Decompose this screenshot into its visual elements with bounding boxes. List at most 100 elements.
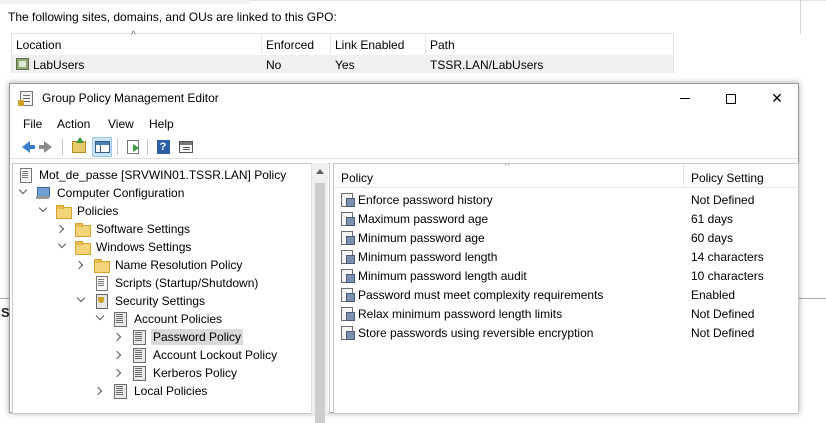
list-item[interactable]: Enforce password history Not Defined xyxy=(334,190,798,209)
tree-item-account-policies[interactable]: Account Policies xyxy=(94,310,224,328)
list-header: ^ Policy Policy Setting xyxy=(334,164,798,188)
policy-setting: 10 characters xyxy=(691,269,764,283)
minimize-button[interactable] xyxy=(662,84,708,113)
links-table: ^ Location Enforced Link Enabled Path La… xyxy=(11,30,674,73)
policy-folder-icon xyxy=(131,329,147,345)
window-title: Group Policy Management Editor xyxy=(42,91,219,105)
tree-item-label: Account Lockout Policy xyxy=(153,348,278,362)
chevron-right-icon[interactable] xyxy=(74,260,84,270)
tree-item-account-lockout-policy[interactable]: Account Lockout Policy xyxy=(112,346,279,364)
tree-item-label: Account Policies xyxy=(134,312,223,326)
back-icon xyxy=(22,141,35,153)
tree-item-policies[interactable]: Policies xyxy=(37,202,120,220)
help-button[interactable]: ? xyxy=(153,137,173,157)
tree-item-computer-configuration[interactable]: Computer Configuration xyxy=(17,184,186,202)
scroll-thumb[interactable] xyxy=(315,183,325,423)
policy-list[interactable]: ^ Policy Policy Setting Enforce password… xyxy=(333,163,799,414)
forward-button[interactable] xyxy=(38,137,58,157)
chevron-down-icon[interactable] xyxy=(76,293,86,303)
cell-location: LabUsers xyxy=(33,58,85,72)
tree-item-password-policy[interactable]: Password Policy xyxy=(112,328,244,346)
list-item[interactable]: Relax minimum password length limits Not… xyxy=(334,304,798,323)
policy-doc-icon xyxy=(17,167,33,183)
console-tree[interactable]: Mot_de_passe [SRVWIN01.TSSR.LAN] Policy … xyxy=(12,163,330,414)
tree-item-label: Scripts (Startup/Shutdown) xyxy=(115,276,259,290)
links-caption: The following sites, domains, and OUs ar… xyxy=(8,10,337,24)
editor-window[interactable]: Group Policy Management Editor ✕ File Ac… xyxy=(9,83,799,423)
menu-view[interactable]: View xyxy=(108,117,134,131)
policy-setting: Enabled xyxy=(691,288,736,302)
tree-item-name-resolution-policy[interactable]: Name Resolution Policy xyxy=(74,256,244,274)
policy-setting-icon xyxy=(340,268,355,283)
tree-item-label: Windows Settings xyxy=(96,240,192,254)
export-list-icon xyxy=(127,140,139,154)
chevron-right-icon[interactable] xyxy=(93,386,103,396)
tab-divider xyxy=(0,298,9,299)
show-hide-tree-icon xyxy=(94,141,110,153)
tree-item-label: Software Settings xyxy=(96,222,191,236)
policy-folder-icon xyxy=(112,311,128,327)
list-item[interactable]: Minimum password length 14 characters xyxy=(334,247,798,266)
tree-item-kerberos-policy[interactable]: Kerberos Policy xyxy=(112,364,239,382)
menu-action[interactable]: Action xyxy=(57,117,90,131)
menu-help[interactable]: Help xyxy=(149,117,174,131)
policy-name: Relax minimum password length limits xyxy=(358,307,563,321)
policy-folder-icon xyxy=(131,365,147,381)
column-enforced[interactable]: Enforced xyxy=(266,38,314,52)
list-item[interactable]: Minimum password length audit 10 charact… xyxy=(334,266,798,285)
column-location[interactable]: Location xyxy=(16,38,61,52)
tree-item-scripts[interactable]: Scripts (Startup/Shutdown) xyxy=(75,274,260,292)
policy-setting: 61 days xyxy=(691,212,734,226)
column-link-enabled[interactable]: Link Enabled xyxy=(335,38,404,52)
toolbar: ? xyxy=(10,135,798,159)
chevron-right-icon[interactable] xyxy=(55,224,65,234)
list-item[interactable]: Store passwords using reversible encrypt… xyxy=(334,323,798,342)
top-strip xyxy=(0,0,250,4)
chevron-right-icon[interactable] xyxy=(112,350,122,360)
export-list-button[interactable] xyxy=(123,137,143,157)
chevron-down-icon[interactable] xyxy=(95,311,105,321)
list-item[interactable]: Minimum password age 60 days xyxy=(334,228,798,247)
toolbar-separator xyxy=(62,139,63,155)
list-item[interactable]: Password must meet complexity requiremen… xyxy=(334,285,798,304)
list-item[interactable]: Maximum password age 61 days xyxy=(334,209,798,228)
properties-button[interactable] xyxy=(176,137,196,157)
column-policy[interactable]: Policy xyxy=(341,171,373,185)
chevron-down-icon[interactable] xyxy=(38,203,48,213)
tree-item-software-settings[interactable]: Software Settings xyxy=(55,220,192,238)
policy-setting: Not Defined xyxy=(691,307,755,321)
scroll-up-arrow-icon[interactable] xyxy=(316,169,324,174)
policy-setting: Not Defined xyxy=(691,193,755,207)
policy-setting-icon xyxy=(340,306,355,321)
title-bar[interactable]: Group Policy Management Editor ✕ xyxy=(10,84,798,113)
menu-file[interactable]: File xyxy=(23,117,42,131)
column-divider xyxy=(425,34,426,54)
help-icon: ? xyxy=(156,140,170,154)
tree-item-gpo-root[interactable]: Mot_de_passe [SRVWIN01.TSSR.LAN] Policy xyxy=(17,166,288,184)
up-one-level-button[interactable] xyxy=(69,137,89,157)
tree-scrollbar[interactable] xyxy=(311,163,328,423)
security-icon xyxy=(93,293,109,309)
script-doc-icon xyxy=(93,275,109,291)
column-policy-setting[interactable]: Policy Setting xyxy=(691,171,764,185)
tree-item-security-settings[interactable]: Security Settings xyxy=(75,292,207,310)
maximize-button[interactable] xyxy=(708,84,754,113)
folder-icon xyxy=(55,203,72,219)
chevron-down-icon[interactable] xyxy=(57,239,67,249)
chevron-right-icon[interactable] xyxy=(112,368,122,378)
tree-item-label: Mot_de_passe [SRVWIN01.TSSR.LAN] Policy xyxy=(39,168,287,182)
chevron-right-icon[interactable] xyxy=(112,332,122,342)
tree-item-windows-settings[interactable]: Windows Settings xyxy=(56,238,193,256)
gpo-editor-icon xyxy=(18,91,33,106)
close-button[interactable]: ✕ xyxy=(754,84,800,113)
tab-divider xyxy=(799,298,826,299)
policy-name: Minimum password length audit xyxy=(358,269,527,283)
show-hide-tree-button[interactable] xyxy=(92,137,112,157)
policy-name: Minimum password length xyxy=(358,250,498,264)
chevron-down-icon[interactable] xyxy=(18,185,28,195)
tree-item-label: Kerberos Policy xyxy=(153,366,238,380)
table-row[interactable]: LabUsers No Yes TSSR.LAN/LabUsers xyxy=(12,55,673,73)
tree-item-local-policies[interactable]: Local Policies xyxy=(93,382,209,400)
back-button[interactable] xyxy=(16,137,36,157)
column-path[interactable]: Path xyxy=(430,38,455,52)
